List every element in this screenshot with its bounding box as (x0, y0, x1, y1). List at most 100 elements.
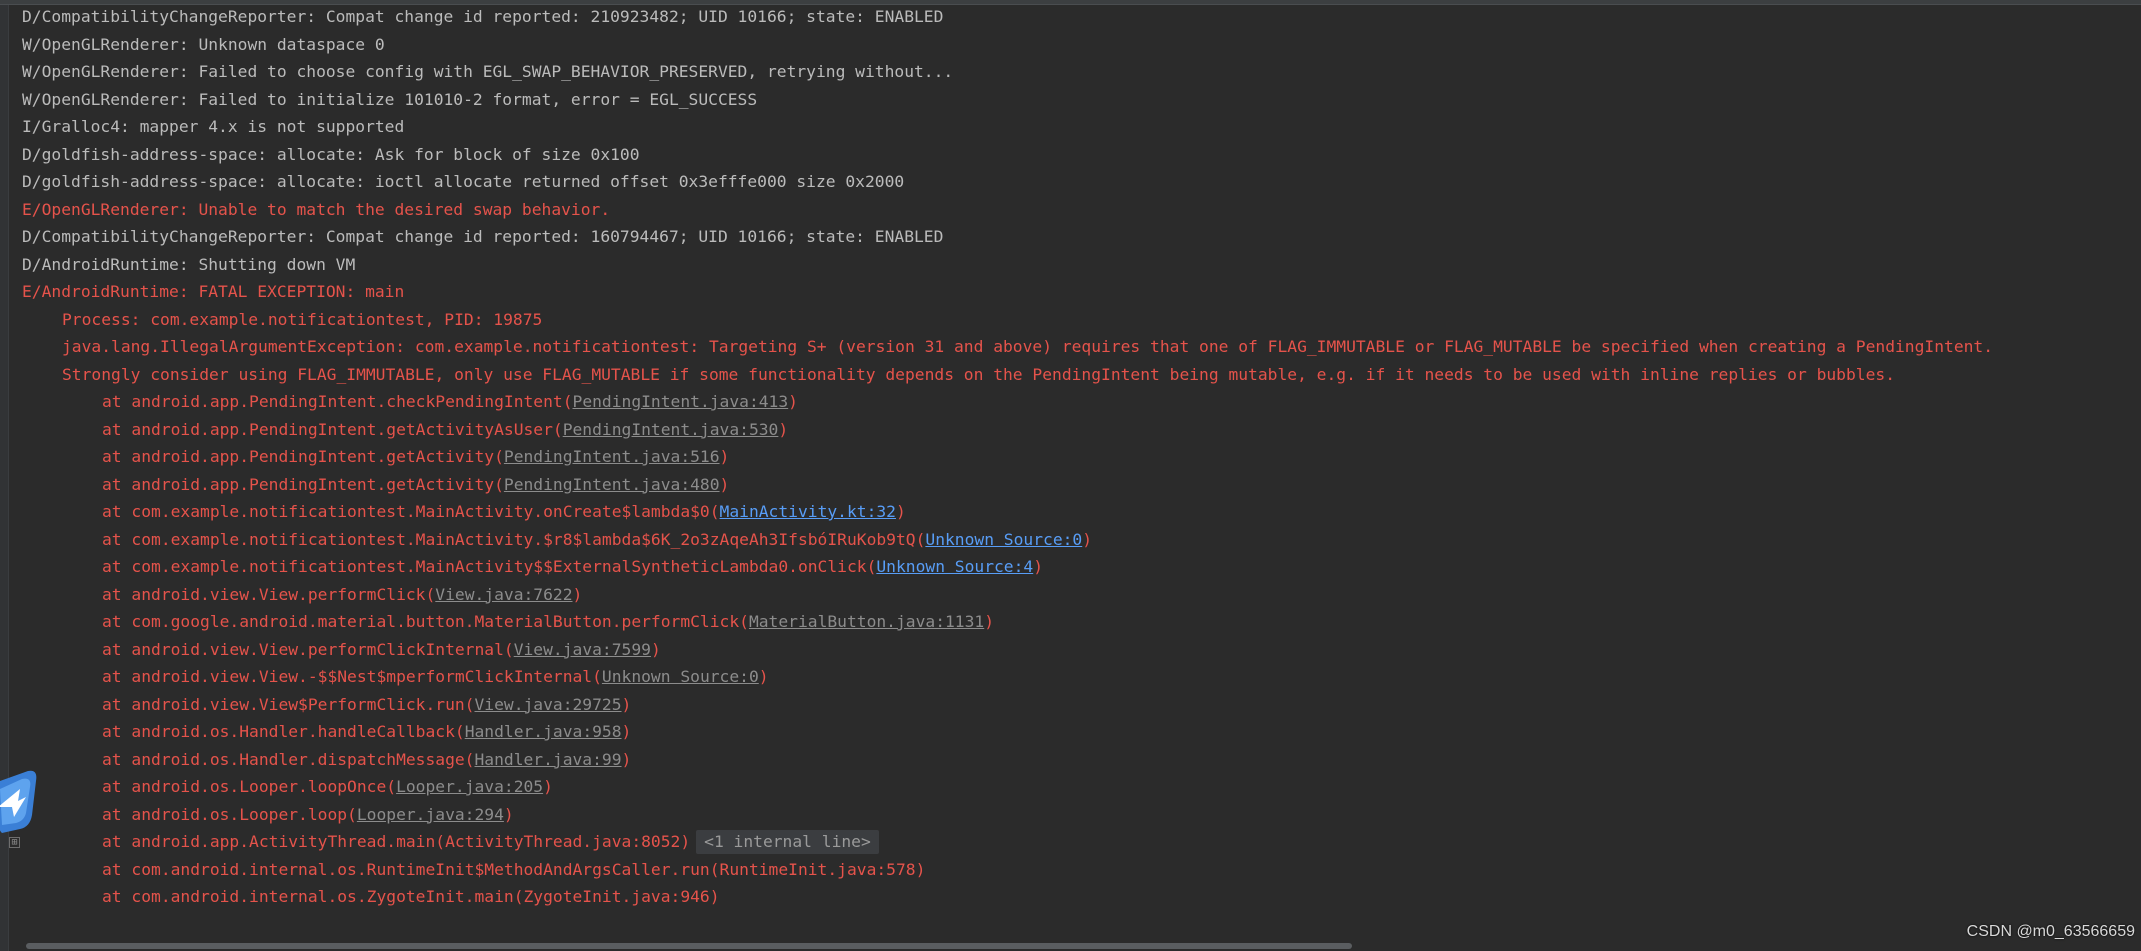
source-link[interactable]: PendingIntent.java:480 (504, 475, 720, 494)
source-link[interactable]: PendingIntent.java:413 (573, 392, 789, 411)
source-link[interactable]: Handler.java:99 (474, 750, 621, 769)
log-text: ) (621, 694, 632, 714)
log-text: at com.example.notificationtest.MainActi… (102, 502, 720, 521)
log-text: D/goldfish-address-space: allocate: ioct… (22, 172, 905, 191)
log-text: at android.view.View.-$$Nest$mperformCli… (102, 667, 602, 686)
source-link[interactable]: MainActivity.kt:32 (720, 502, 896, 521)
log-line: Strongly consider using FLAG_IMMUTABLE, … (22, 361, 2141, 389)
log-text: ) (1033, 557, 1044, 576)
log-text: at com.google.android.material.button.Ma… (102, 612, 749, 631)
log-line: at android.os.Handler.dispatchMessage(Ha… (22, 746, 2141, 774)
source-link[interactable]: View.java:29725 (474, 695, 621, 714)
log-text: ) (788, 392, 798, 411)
watermark: CSDN @m0_63566659 (1966, 923, 2135, 940)
source-link[interactable]: Looper.java:205 (396, 777, 543, 796)
log-line: D/AndroidRuntime: Shutting down VM (22, 251, 2141, 279)
log-line: at android.os.Looper.loop(Looper.java:29… (22, 801, 2141, 829)
log-line: D/goldfish-address-space: allocate: ioct… (22, 168, 2141, 196)
source-link[interactable]: PendingIntent.java:516 (504, 447, 720, 466)
log-line: D/CompatibilityChangeReporter: Compat ch… (22, 3, 2141, 31)
log-text: at android.app.ActivityThread.main(Activ… (102, 832, 691, 851)
source-link[interactable]: View.java:7622 (435, 585, 572, 604)
log-line: at android.app.PendingIntent.getActivity… (22, 471, 2141, 499)
bird-icon[interactable] (0, 767, 40, 837)
log-line: W/OpenGLRenderer: Failed to choose confi… (22, 58, 2141, 86)
log-text: ) (896, 502, 906, 521)
log-line: at com.google.android.material.button.Ma… (22, 608, 2141, 636)
logcat-output[interactable]: D/CompatibilityChangeReporter: Compat ch… (22, 3, 2141, 911)
collapsed-frames-chip[interactable]: <1 internal line> (696, 830, 879, 854)
log-text: at com.android.internal.os.RuntimeInit$M… (102, 859, 926, 879)
log-text: at android.os.Looper.loopOnce( (102, 777, 397, 796)
logcat-window: D/CompatibilityChangeReporter: Compat ch… (0, 0, 2141, 951)
log-text: D/CompatibilityChangeReporter: Compat ch… (22, 227, 944, 246)
log-line: at com.example.notificationtest.MainActi… (22, 498, 2141, 526)
log-line: Process: com.example.notificationtest, P… (22, 306, 2141, 334)
log-text: at android.view.View$PerformClick.run( (102, 694, 475, 714)
log-text: at android.app.PendingIntent.checkPendin… (102, 392, 573, 411)
log-line: at com.android.internal.os.RuntimeInit$M… (22, 856, 2141, 884)
log-line: at android.os.Looper.loopOnce(Looper.jav… (22, 773, 2141, 801)
log-text: at com.example.notificationtest.MainActi… (102, 557, 877, 576)
log-text: ) (719, 474, 730, 494)
log-text: E/AndroidRuntime: FATAL EXCEPTION: main (22, 282, 405, 301)
log-line: W/OpenGLRenderer: Unknown dataspace 0 (22, 31, 2141, 59)
log-line: D/CompatibilityChangeReporter: Compat ch… (22, 223, 2141, 251)
log-line: I/Gralloc4: mapper 4.x is not supported (22, 113, 2141, 141)
log-line: at android.view.View.-$$Nest$mperformCli… (22, 663, 2141, 691)
log-text: W/OpenGLRenderer: Failed to initialize 1… (22, 89, 758, 109)
log-text: at android.os.Looper.loop( (102, 804, 357, 824)
source-link[interactable]: View.java:7599 (514, 640, 651, 659)
log-text: at android.os.Handler.dispatchMessage( (102, 749, 475, 769)
source-link[interactable]: MaterialButton.java:1131 (749, 612, 984, 631)
log-text: at android.app.PendingIntent.getActivity… (102, 474, 504, 494)
log-text: java.lang.IllegalArgumentException: com.… (62, 337, 1994, 356)
log-line: at android.view.View.performClick(View.j… (22, 581, 2141, 609)
source-link[interactable]: Unknown Source:4 (876, 557, 1033, 576)
source-link[interactable]: Looper.java:294 (357, 805, 504, 824)
log-text: ) (719, 447, 730, 466)
log-text: D/AndroidRuntime: Shutting down VM (22, 254, 356, 274)
log-text: ) (572, 584, 583, 604)
log-line: at android.app.PendingIntent.getActivity… (22, 443, 2141, 471)
log-text: W/OpenGLRenderer: Failed to choose confi… (22, 62, 954, 81)
log-text: ) (984, 612, 995, 631)
log-text: at android.view.View.performClickInterna… (102, 639, 514, 659)
log-text: E/OpenGLRenderer: Unable to match the de… (22, 199, 611, 219)
horizontal-scrollbar-thumb[interactable] (26, 943, 1352, 949)
log-text: at android.os.Handler.handleCallback( (102, 722, 465, 741)
log-line: W/OpenGLRenderer: Failed to initialize 1… (22, 86, 2141, 114)
log-text: ) (778, 419, 789, 439)
source-link[interactable]: Handler.java:958 (465, 722, 622, 741)
log-text: D/goldfish-address-space: allocate: Ask … (22, 144, 640, 164)
log-line: at android.view.View$PerformClick.run(Vi… (22, 691, 2141, 719)
log-line: D/goldfish-address-space: allocate: Ask … (22, 141, 2141, 169)
log-line: at com.android.internal.os.ZygoteInit.ma… (22, 883, 2141, 911)
source-link[interactable]: Unknown Source:0 (602, 667, 759, 686)
log-line: at android.app.PendingIntent.checkPendin… (22, 388, 2141, 416)
log-line: at android.app.PendingIntent.getActivity… (22, 416, 2141, 444)
log-line: E/OpenGLRenderer: Unable to match the de… (22, 196, 2141, 224)
log-line: at android.app.ActivityThread.main(Activ… (22, 828, 2141, 856)
source-link[interactable]: PendingIntent.java:530 (563, 420, 779, 439)
log-text: I/Gralloc4: mapper 4.x is not supported (22, 117, 405, 136)
fold-expand-icon[interactable]: ⊞ (9, 837, 20, 848)
log-text: ) (621, 722, 632, 741)
log-text: ) (543, 777, 553, 796)
log-line: at android.os.Handler.handleCallback(Han… (22, 718, 2141, 746)
log-text: at com.example.notificationtest.MainActi… (102, 529, 926, 549)
log-text: ) (503, 804, 514, 824)
log-line: at com.example.notificationtest.MainActi… (22, 526, 2141, 554)
log-line: java.lang.IllegalArgumentException: com.… (22, 333, 2141, 361)
source-link[interactable]: Unknown Source:0 (925, 530, 1082, 549)
log-text: at android.app.PendingIntent.getActivity… (102, 447, 504, 466)
log-text: at android.view.View.performClick( (102, 584, 436, 604)
log-text: ) (621, 749, 632, 769)
log-text: ) (650, 639, 661, 659)
log-text: Process: com.example.notificationtest, P… (62, 309, 543, 329)
log-text: ) (1082, 529, 1093, 549)
log-line: E/AndroidRuntime: FATAL EXCEPTION: main (22, 278, 2141, 306)
log-text: W/OpenGLRenderer: Unknown dataspace 0 (22, 34, 385, 54)
log-text: ) (758, 667, 769, 686)
log-text: at com.android.internal.os.ZygoteInit.ma… (102, 887, 720, 906)
